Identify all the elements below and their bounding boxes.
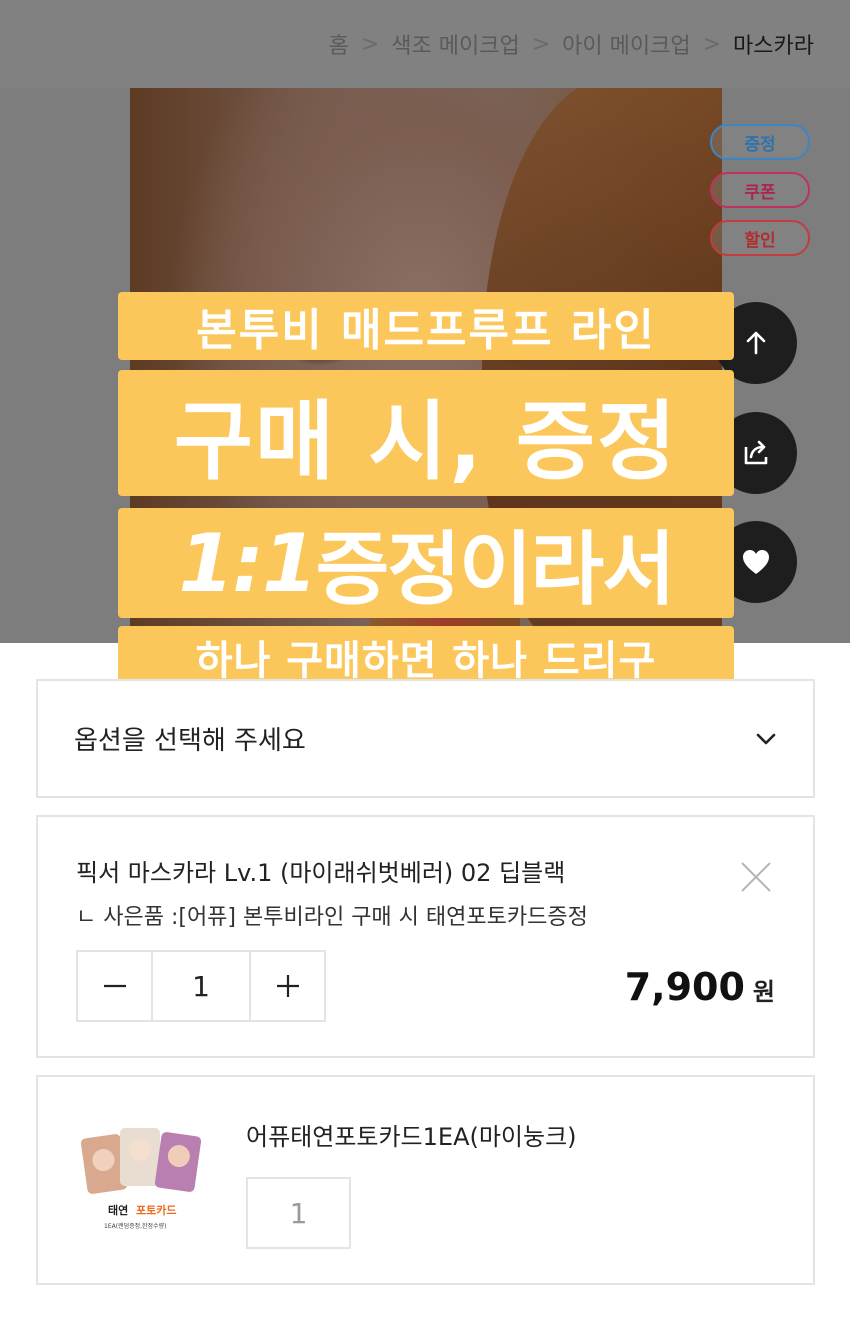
gift-quantity: 1 <box>246 1177 351 1249</box>
option-select[interactable]: 옵션을 선택해 주세요 <box>36 679 815 798</box>
selected-item-name: 픽서 마스카라 Lv.1 (마이래쉬벗베러) 02 딥블랙 <box>76 859 566 887</box>
photocard-thumbnail: 태연 포토카드 1EA(랜덤증정,한정수량) <box>80 1128 202 1230</box>
gift-item-card: 태연 포토카드 1EA(랜덤증정,한정수량) 어퓨태연포토카드1EA(마이눙크)… <box>36 1075 815 1285</box>
caption-ratio: 1:1 <box>178 516 317 610</box>
gift-badge: 증정 <box>710 124 810 160</box>
chevron-right-icon: > <box>702 31 722 57</box>
breadcrumb: 홈 > 색조 메이크업 > 아이 메이크업 > 마스카라 <box>0 0 850 88</box>
breadcrumb-mascara[interactable]: 마스카라 <box>733 28 814 60</box>
chevron-right-icon: > <box>531 31 551 57</box>
breadcrumb-color-makeup[interactable]: 색조 메이크업 <box>391 28 519 60</box>
caption-line-2: 구매 시, 증정 <box>118 370 734 496</box>
quantity-stepper: 1 <box>76 950 326 1022</box>
item-price: 7,900 원 <box>625 965 775 1009</box>
price-currency: 원 <box>752 978 775 1006</box>
breadcrumb-home[interactable]: 홈 <box>329 28 349 60</box>
option-placeholder: 옵션을 선택해 주세요 <box>74 726 306 756</box>
arrow-up-icon <box>746 331 766 355</box>
plus-icon <box>276 975 299 997</box>
price-value: 7,900 <box>624 965 745 1009</box>
gift-item-name: 어퓨태연포토카드1EA(마이눙크) <box>246 1123 577 1151</box>
chevron-down-icon <box>756 733 776 744</box>
close-icon[interactable] <box>738 859 774 895</box>
coupon-badge: 쿠폰 <box>710 172 810 208</box>
caption-line-3: 1:1 증정이라서 <box>118 508 734 618</box>
caption-line-1: 본투비 매드프루프 라인 <box>118 292 734 360</box>
decrease-button[interactable] <box>78 952 151 1020</box>
chevron-right-icon: > <box>360 31 380 57</box>
selected-item-gift: ㄴ 사은품 :[어퓨] 본투비라인 구매 시 태연포토카드증정 <box>76 905 588 930</box>
thumb-title-black: 태연 <box>108 1203 128 1217</box>
heart-icon <box>743 550 769 574</box>
product-badges: 증정 쿠폰 할인 <box>710 124 810 268</box>
quantity-value[interactable]: 1 <box>151 952 251 1020</box>
breadcrumb-eye-makeup[interactable]: 아이 메이크업 <box>562 28 690 60</box>
selected-option-card: 픽서 마스카라 Lv.1 (마이래쉬벗베러) 02 딥블랙 ㄴ 사은품 :[어퓨… <box>36 815 815 1058</box>
thumb-title-orange: 포토카드 <box>136 1203 176 1217</box>
share-icon <box>744 440 768 465</box>
minus-icon <box>103 984 126 988</box>
caption-line-3-text: 증정이라서 <box>315 523 676 616</box>
sale-badge: 할인 <box>710 220 810 256</box>
increase-button[interactable] <box>251 952 324 1020</box>
thumb-subtitle: 1EA(랜덤증정,한정수량) <box>104 1222 166 1230</box>
